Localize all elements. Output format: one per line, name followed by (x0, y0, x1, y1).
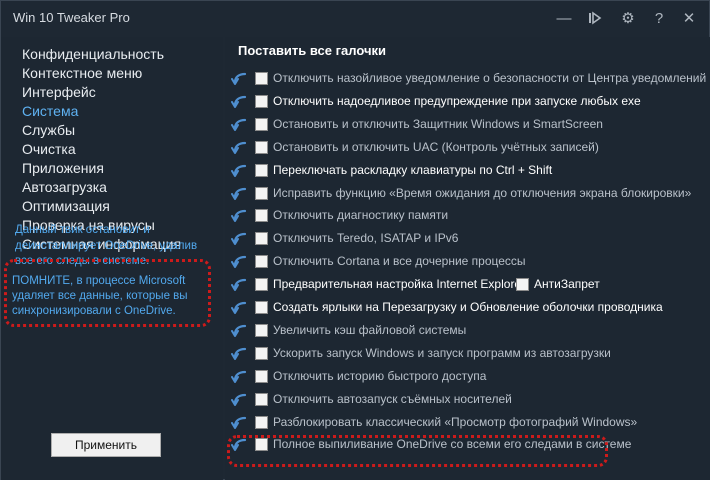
option-row: Отключить назойливое уведомление о безоп… (231, 69, 706, 89)
undo-icon[interactable] (231, 277, 249, 293)
option-checkbox[interactable] (255, 415, 268, 429)
option-checkbox[interactable] (255, 369, 268, 383)
undo-icon[interactable] (231, 300, 249, 316)
option-checkbox[interactable] (255, 117, 268, 131)
option-checkbox[interactable] (255, 255, 268, 269)
option-row: Отключить диагностику памяти (231, 206, 701, 226)
sidebar-item[interactable]: Контекстное меню (22, 64, 181, 83)
option-label[interactable]: Остановить и отключить Защитник Windows … (273, 117, 603, 131)
option-label[interactable]: Увеличить кэш файловой системы (273, 323, 466, 337)
undo-icon[interactable] (231, 231, 249, 247)
sidebar-item[interactable]: Интерфейс (22, 83, 181, 102)
check-all-link[interactable]: Поставить все галочки (238, 43, 386, 58)
option-label[interactable]: Отключить назойливое уведомление о безоп… (273, 71, 706, 85)
warning-text: ПОМНИТЕ, в процессе Microsoft удаляет вс… (12, 275, 188, 317)
option-label[interactable]: Отключить автозапуск съёмных носителей (273, 392, 512, 406)
undo-icon[interactable] (231, 140, 249, 156)
undo-icon[interactable] (231, 254, 249, 270)
sidebar-item[interactable]: Система (22, 102, 181, 121)
undo-icon[interactable] (231, 323, 249, 339)
option-row: Исправить функцию «Время ожидания до отк… (231, 184, 701, 204)
option-checkbox[interactable] (255, 94, 268, 108)
option-checkbox[interactable] (255, 346, 268, 360)
option-row: Разблокировать классический «Просмотр фо… (231, 413, 701, 433)
option-label[interactable]: Остановить и отключить UAC (Контроль учё… (273, 140, 599, 154)
option-row: Ускорить запуск Windows и запуск програм… (231, 344, 701, 364)
option-label[interactable]: Отключить Teredo, ISATAP и IPv6 (273, 231, 458, 245)
play-icon[interactable] (584, 7, 606, 29)
undo-icon[interactable] (231, 392, 249, 408)
gear-icon[interactable]: ⚙ (617, 7, 639, 29)
option-checkbox[interactable] (255, 186, 268, 200)
option-checkbox[interactable] (255, 323, 268, 337)
option-checkbox[interactable] (255, 392, 268, 406)
undo-icon[interactable] (231, 163, 249, 179)
undo-icon[interactable] (231, 415, 249, 431)
option-label[interactable]: Отключить диагностику памяти (273, 208, 448, 222)
undo-icon[interactable] (231, 71, 249, 87)
undo-icon[interactable] (231, 208, 249, 224)
sidebar-item[interactable]: Очистка (22, 140, 181, 159)
sidebar-item[interactable]: Автозагрузка (22, 178, 181, 197)
option-row: Отключить Cortana и все дочерние процесс… (231, 252, 701, 272)
apply-button[interactable]: Применить (51, 433, 161, 457)
undo-icon[interactable] (231, 346, 249, 362)
option-row: Создать ярлыки на Перезагрузку и Обновле… (231, 298, 701, 318)
window-title: Win 10 Tweaker Pro (13, 10, 130, 25)
undo-icon[interactable] (231, 186, 249, 202)
undo-icon[interactable] (231, 94, 249, 110)
option-row: Отключить Teredo, ISATAP и IPv6 (231, 229, 701, 249)
option-label[interactable]: Разблокировать классический «Просмотр фо… (273, 415, 637, 429)
option-checkbox[interactable] (255, 140, 268, 154)
antizapret-label[interactable]: АнтиЗапрет (534, 277, 600, 291)
sidebar-item[interactable]: Конфиденциальность (22, 45, 181, 64)
undo-icon[interactable] (231, 117, 249, 133)
antizapret-checkbox[interactable] (516, 278, 529, 292)
option-checkbox[interactable] (255, 209, 268, 223)
option-row: Отключить историю быстрого доступа (231, 367, 701, 387)
sidebar-item[interactable]: Приложения (22, 159, 181, 178)
close-icon[interactable]: ✕ (678, 7, 700, 29)
option-checkbox[interactable] (255, 232, 268, 246)
option-label[interactable]: Отключить надоедливое предупреждение при… (273, 94, 641, 108)
option-label[interactable]: Предварительная настройка Internet Explo… (273, 277, 525, 291)
title-bar: Win 10 Tweaker Pro — ⚙ ? ✕ (1, 1, 709, 35)
option-checkbox[interactable] (255, 301, 268, 314)
undo-icon[interactable] (231, 369, 249, 385)
option-label[interactable]: Отключить историю быстрого доступа (273, 369, 486, 383)
option-row: Остановить и отключить Защитник Windows … (231, 115, 701, 135)
option-checkbox[interactable] (255, 72, 268, 85)
option-row: Увеличить кэш файловой системы (231, 321, 701, 341)
option-label[interactable]: Отключить Cortana и все дочерние процесс… (273, 254, 526, 268)
option-label[interactable]: Ускорить запуск Windows и запуск програм… (273, 346, 611, 360)
minimize-icon[interactable]: — (553, 7, 575, 29)
option-label[interactable]: Переключать раскладку клавиатуры по Ctrl… (273, 163, 552, 177)
option-checkbox[interactable] (255, 278, 268, 292)
option-label[interactable]: Создать ярлыки на Перезагрузку и Обновле… (273, 300, 663, 314)
onedrive-highlight (227, 435, 608, 467)
sidebar-item[interactable]: Оптимизация (22, 197, 181, 216)
option-row: Переключать раскладку клавиатуры по Ctrl… (231, 161, 701, 181)
option-row: Отключить автозапуск съёмных носителей (231, 390, 701, 410)
sidebar-item[interactable]: Службы (22, 121, 181, 140)
help-icon[interactable]: ? (648, 7, 670, 29)
option-row: Остановить и отключить UAC (Контроль учё… (231, 138, 701, 158)
option-checkbox[interactable] (255, 163, 268, 177)
option-row: Предварительная настройка Internet Explo… (231, 275, 701, 295)
option-row: Отключить надоедливое предупреждение при… (231, 92, 701, 112)
option-label[interactable]: Исправить функцию «Время ожидания до отк… (273, 186, 691, 200)
